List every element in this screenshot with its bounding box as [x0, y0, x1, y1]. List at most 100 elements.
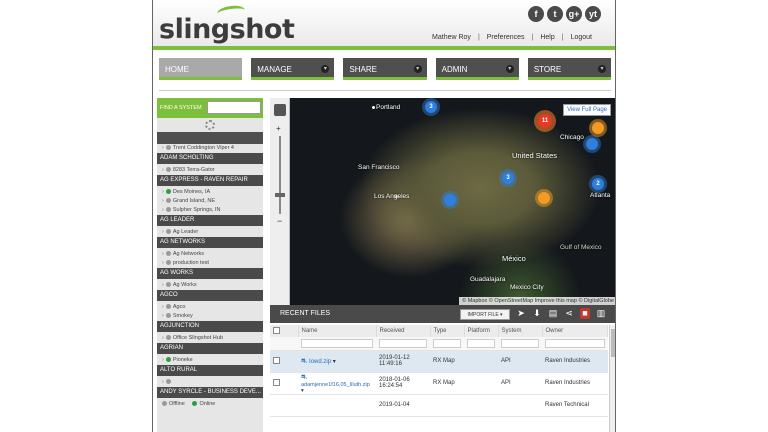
system-item[interactable]: › Ag Networks [157, 250, 263, 259]
map-cluster-marker[interactable] [592, 122, 604, 134]
system-item[interactable]: › Smokey [157, 312, 263, 321]
platform-cell [464, 350, 498, 373]
system-group-header[interactable]: ADAM SCHOLTING [157, 153, 263, 164]
column-header[interactable]: Platform [464, 325, 499, 337]
user-name-link[interactable]: Mathew Roy [425, 34, 478, 41]
map-cluster-marker[interactable] [586, 138, 598, 150]
system-group: › Ag Networks › production test AG WORKS [157, 250, 263, 279]
offline-label: Offline [169, 401, 185, 407]
column-header[interactable]: Type [430, 325, 465, 337]
calendar-icon[interactable] [274, 104, 286, 116]
system-item[interactable]: › 8283 Terra-Gator [157, 166, 263, 175]
system-group-header[interactable]: ALTO RURAL [157, 365, 263, 376]
system-item[interactable]: › [157, 378, 263, 387]
system-item[interactable]: › Ag Leader [157, 228, 263, 237]
system-item[interactable]: › Des Moines, IA [157, 188, 263, 197]
systems-map[interactable]: + − Portland San Francisco Los Angeles U… [270, 98, 615, 305]
find-system-input[interactable] [207, 101, 261, 114]
tab-manage[interactable]: MANAGE ▾ [251, 58, 335, 80]
map-cluster-marker[interactable]: 11 [538, 114, 552, 128]
platform-cell [464, 394, 498, 417]
map-attribution[interactable]: © Mapbox © OpenStreetMap Improve this ma… [459, 297, 615, 305]
owner-filter-input[interactable] [545, 338, 605, 348]
system-item[interactable]: › Pioneke [157, 356, 263, 365]
help-link[interactable]: Help [533, 34, 561, 41]
tab-home[interactable]: HOME [159, 58, 243, 80]
system-group-header[interactable]: AGJUNCTION [157, 321, 263, 332]
scrollbar-thumb[interactable] [611, 329, 615, 357]
table-row[interactable]: ⛐adamjenne1f16.05_Iiluth.zip ▾ 2018-01-0… [270, 372, 608, 395]
share-icon[interactable]: ⋖ [564, 308, 574, 319]
table-row[interactable]: ⛐ Iowd.zip ▾ 2019-01-12 11:49:16 RX Map A… [270, 350, 608, 373]
tab-admin[interactable]: ADMIN ▾ [435, 58, 519, 80]
system-item[interactable]: › Office Slingshot Hub [157, 334, 263, 343]
map-controls: + − [270, 98, 290, 305]
received-filter-input[interactable] [379, 338, 427, 348]
system-item[interactable]: › Trent Coddington Viper 4 [157, 144, 263, 153]
system-group-header[interactable]: AG WORKS [157, 268, 263, 279]
send-icon[interactable]: ➤ [516, 308, 526, 319]
offline-dot-icon [162, 401, 167, 407]
tab-store[interactable]: STORE ▾ [527, 58, 612, 80]
column-header[interactable]: Received [376, 325, 431, 337]
chevron-down-icon: ▾ [505, 65, 514, 73]
file-action-icons: ➤ ⬇ ▤ ⋖ ■ ▥ [516, 308, 606, 319]
delete-icon[interactable]: ■ [580, 308, 590, 319]
system-filter-input[interactable] [501, 338, 539, 348]
map-cluster-marker[interactable] [538, 192, 550, 204]
google-plus-icon[interactable]: g+ [566, 6, 582, 22]
table-scrollbar[interactable] [609, 325, 615, 432]
system-item[interactable]: › production test [157, 259, 263, 268]
map-cluster-marker[interactable]: 3 [502, 172, 514, 184]
system-item[interactable]: › Sulpher Springs, IN [157, 206, 263, 215]
zoom-in-button[interactable]: + [276, 124, 281, 133]
logo[interactable]: slingshot [159, 14, 295, 45]
system-group: › Ag Works AGCO [157, 281, 263, 301]
row-checkbox[interactable] [273, 378, 280, 386]
name-filter-input[interactable] [301, 338, 373, 348]
system-item[interactable]: › Grand Island, NE [157, 197, 263, 206]
select-all-checkbox[interactable] [273, 326, 280, 334]
status-legend: Offline Online [157, 400, 263, 409]
system-group-header[interactable]: AG LEADER [157, 215, 263, 226]
archive-icon[interactable]: ▥ [596, 308, 606, 319]
logout-link[interactable]: Logout [564, 34, 599, 41]
type-filter-input[interactable] [433, 338, 461, 348]
map-cluster-marker[interactable]: 2 [592, 178, 604, 190]
file-menu-icon[interactable]: ▾ [333, 359, 336, 365]
column-header[interactable]: Owner [542, 325, 608, 337]
import-file-button[interactable]: IMPORT FILE ▾ [460, 309, 510, 320]
view-full-page-button[interactable]: View Full Page [563, 104, 611, 116]
column-header[interactable]: System [498, 325, 543, 337]
system-group-header[interactable]: AG EXPRESS - RAVEN REPAIR [157, 175, 263, 186]
column-header[interactable]: Name [298, 325, 377, 337]
system-group-header[interactable]: AGRIAN [157, 343, 263, 354]
row-checkbox[interactable] [273, 356, 280, 364]
download-icon[interactable]: ⬇ [532, 308, 542, 319]
youtube-icon[interactable]: yt [585, 6, 601, 22]
system-group-header[interactable]: AGCO [157, 290, 263, 301]
system-item[interactable]: › Ag Works [157, 281, 263, 290]
system-group-header[interactable]: ANDY SYRCLE - BUSINESS DEVE... [157, 387, 263, 398]
print-icon[interactable]: ▤ [548, 308, 558, 319]
zoom-out-button[interactable]: − [277, 216, 282, 226]
table-row[interactable]: 2019-01-04 Raven Technical [270, 394, 608, 417]
status-dot-icon [165, 167, 171, 173]
file-menu-icon[interactable]: ▾ [301, 388, 304, 394]
twitter-icon[interactable]: t [547, 6, 563, 22]
system-item-label: Smokey [172, 313, 193, 319]
file-name-link[interactable]: adamjenne1f16.05_Iiluth.zip [301, 382, 370, 388]
file-name-link[interactable]: Iowd.zip [309, 359, 331, 365]
system-group: › Trent Coddington Viper 4 ADAM SCHOLTING [157, 144, 263, 164]
zoom-slider-thumb[interactable] [275, 193, 285, 197]
preferences-link[interactable]: Preferences [480, 34, 532, 41]
tab-share[interactable]: SHARE ▾ [343, 58, 427, 80]
zoom-slider-track[interactable] [279, 136, 281, 214]
system-group-header[interactable]: AG NETWORKS [157, 237, 263, 248]
system-item-label: 8283 Terra-Gator [172, 167, 215, 173]
system-item[interactable]: › Agco [157, 303, 263, 312]
facebook-icon[interactable]: f [528, 6, 544, 22]
map-cluster-marker[interactable]: 3 [425, 101, 437, 113]
map-cluster-marker[interactable] [444, 194, 456, 206]
platform-filter-input[interactable] [467, 338, 495, 348]
